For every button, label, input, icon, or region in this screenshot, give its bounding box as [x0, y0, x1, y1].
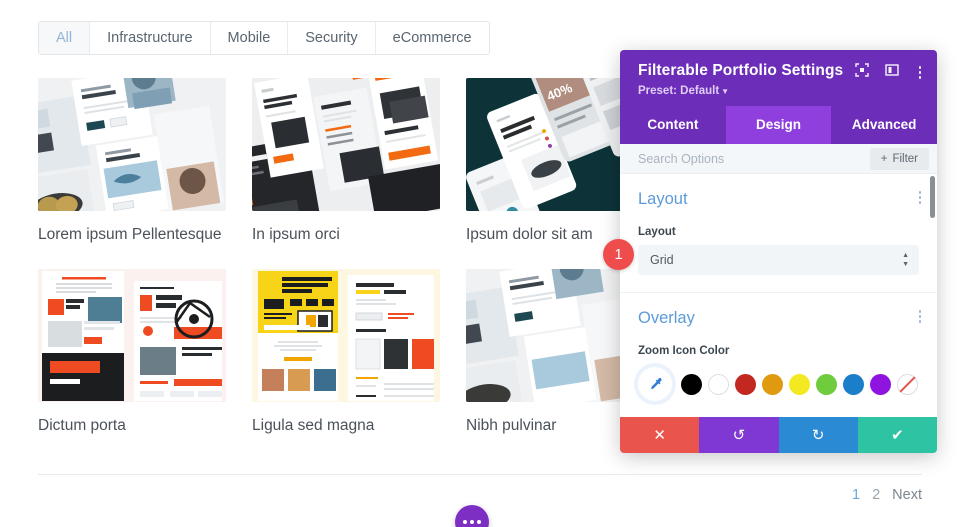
filter-button[interactable]: + Filter [869, 147, 929, 170]
swatch-orange[interactable] [762, 373, 783, 395]
section-overlay: Overlay Zoom Icon Color [620, 292, 937, 401]
color-swatch-row [638, 367, 919, 401]
tab-content[interactable]: Content [620, 106, 726, 144]
ellipsis-icon [470, 520, 474, 524]
undo-button[interactable]: ↺ [699, 417, 779, 453]
swatch-green[interactable] [816, 373, 837, 395]
search-options-input[interactable]: Search Options [638, 152, 724, 166]
undo-icon: ↺ [732, 427, 746, 444]
swatch-red[interactable] [735, 373, 756, 395]
yellow-strategy-thumbnail[interactable] [252, 269, 440, 402]
page-root: All Infrastructure Mobile Security eComm… [0, 0, 960, 527]
field-label-layout: Layout [638, 226, 676, 238]
modal-tabs: Content Design Advanced [620, 106, 937, 144]
builder-fab-button[interactable] [455, 505, 489, 527]
swatch-purple[interactable] [870, 373, 891, 395]
ellipsis-icon [463, 520, 467, 524]
section-layout: Layout Layout Grid ▲ ▼ [620, 174, 937, 275]
section-more-icon[interactable] [918, 191, 921, 206]
pagination: 1 2 Next [852, 487, 922, 503]
filter-tab-security[interactable]: Security [288, 22, 376, 54]
modal-footer: ✕ ↺ ↻ ✔ [620, 417, 937, 453]
swatch-yellow[interactable] [789, 373, 810, 395]
field-label-zoom-icon-color: Zoom Icon Color [638, 345, 730, 357]
dark-orange-mobile-thumbnail[interactable] [252, 78, 440, 211]
portfolio-grid: Lorem ipsum Pellentesque In ipsum orci 4… [38, 78, 654, 450]
portfolio-row-2: Dictum porta Ligula sed magna Nibh pulvi… [38, 269, 654, 436]
check-icon: ✔ [891, 427, 904, 444]
sunglasses-shop-thumbnail[interactable] [38, 78, 226, 211]
swatch-white[interactable] [708, 373, 729, 395]
chevron-down-icon: ▼ [721, 87, 730, 96]
close-icon: ✕ [653, 427, 666, 444]
portfolio-item[interactable]: Ligula sed magna [252, 269, 440, 436]
portfolio-item[interactable]: Lorem ipsum Pellentesque [38, 78, 226, 245]
filter-tab-mobile[interactable]: Mobile [210, 22, 289, 54]
portfolio-item[interactable]: In ipsum orci [252, 78, 440, 245]
layout-select-value: Grid [650, 253, 674, 267]
panel-layout-icon[interactable] [884, 63, 899, 82]
filter-tab-all[interactable]: All [39, 22, 91, 54]
redo-icon: ↻ [811, 427, 825, 444]
section-title: Layout [638, 190, 688, 208]
swatch-blue[interactable] [843, 373, 864, 395]
swatch-none[interactable] [897, 373, 918, 395]
pagination-page-2[interactable]: 2 [872, 487, 880, 503]
portfolio-caption[interactable]: Dictum porta [38, 416, 226, 436]
modal-search-bar: Search Options + Filter [620, 144, 937, 174]
filter-button-label: Filter [892, 152, 918, 165]
pagination-next[interactable]: Next [892, 487, 922, 503]
step-badge-1: 1 [603, 239, 634, 270]
modal-preset-label: Preset: Default [638, 85, 720, 97]
focus-icon[interactable] [854, 63, 869, 82]
pagination-page-1[interactable]: 1 [852, 487, 860, 503]
swatch-black[interactable] [681, 373, 702, 395]
cancel-button[interactable]: ✕ [620, 417, 700, 453]
modal-preset[interactable]: Preset: Default ▼ [638, 85, 923, 97]
portfolio-caption[interactable]: Lorem ipsum Pellentesque [38, 225, 226, 245]
portfolio-caption[interactable]: Ligula sed magna [252, 416, 440, 436]
portfolio-caption[interactable]: In ipsum orci [252, 225, 440, 245]
settings-modal: Filterable Portfolio Settings Preset: De… [620, 50, 937, 453]
eyedropper-icon[interactable] [638, 367, 672, 401]
filter-tab-ecommerce[interactable]: eCommerce [375, 22, 489, 54]
filter-tab-infrastructure[interactable]: Infrastructure [90, 22, 211, 54]
redo-button[interactable]: ↻ [778, 417, 858, 453]
plus-icon: + [880, 152, 888, 165]
chevron-updown-icon: ▲ ▼ [902, 252, 909, 268]
portfolio-item[interactable]: Dictum porta [38, 269, 226, 436]
tab-advanced[interactable]: Advanced [831, 106, 937, 144]
ellipsis-icon [477, 520, 481, 524]
bike-repair-thumbnail[interactable] [38, 269, 226, 402]
section-more-icon[interactable] [918, 310, 921, 325]
section-title: Overlay [638, 309, 695, 327]
portfolio-filter-bar: All Infrastructure Mobile Security eComm… [38, 21, 490, 55]
more-vertical-icon[interactable] [915, 65, 926, 80]
modal-header: Filterable Portfolio Settings Preset: De… [620, 50, 937, 106]
portfolio-row-1: Lorem ipsum Pellentesque In ipsum orci 4… [38, 78, 654, 245]
content-divider [38, 474, 922, 475]
save-button[interactable]: ✔ [857, 417, 937, 453]
modal-body[interactable]: Layout Layout Grid ▲ ▼ Overlay Zoom Icon … [620, 174, 937, 417]
modal-header-icons [854, 63, 926, 82]
layout-select[interactable]: Grid ▲ ▼ [638, 245, 919, 275]
tab-design[interactable]: Design [725, 106, 832, 144]
